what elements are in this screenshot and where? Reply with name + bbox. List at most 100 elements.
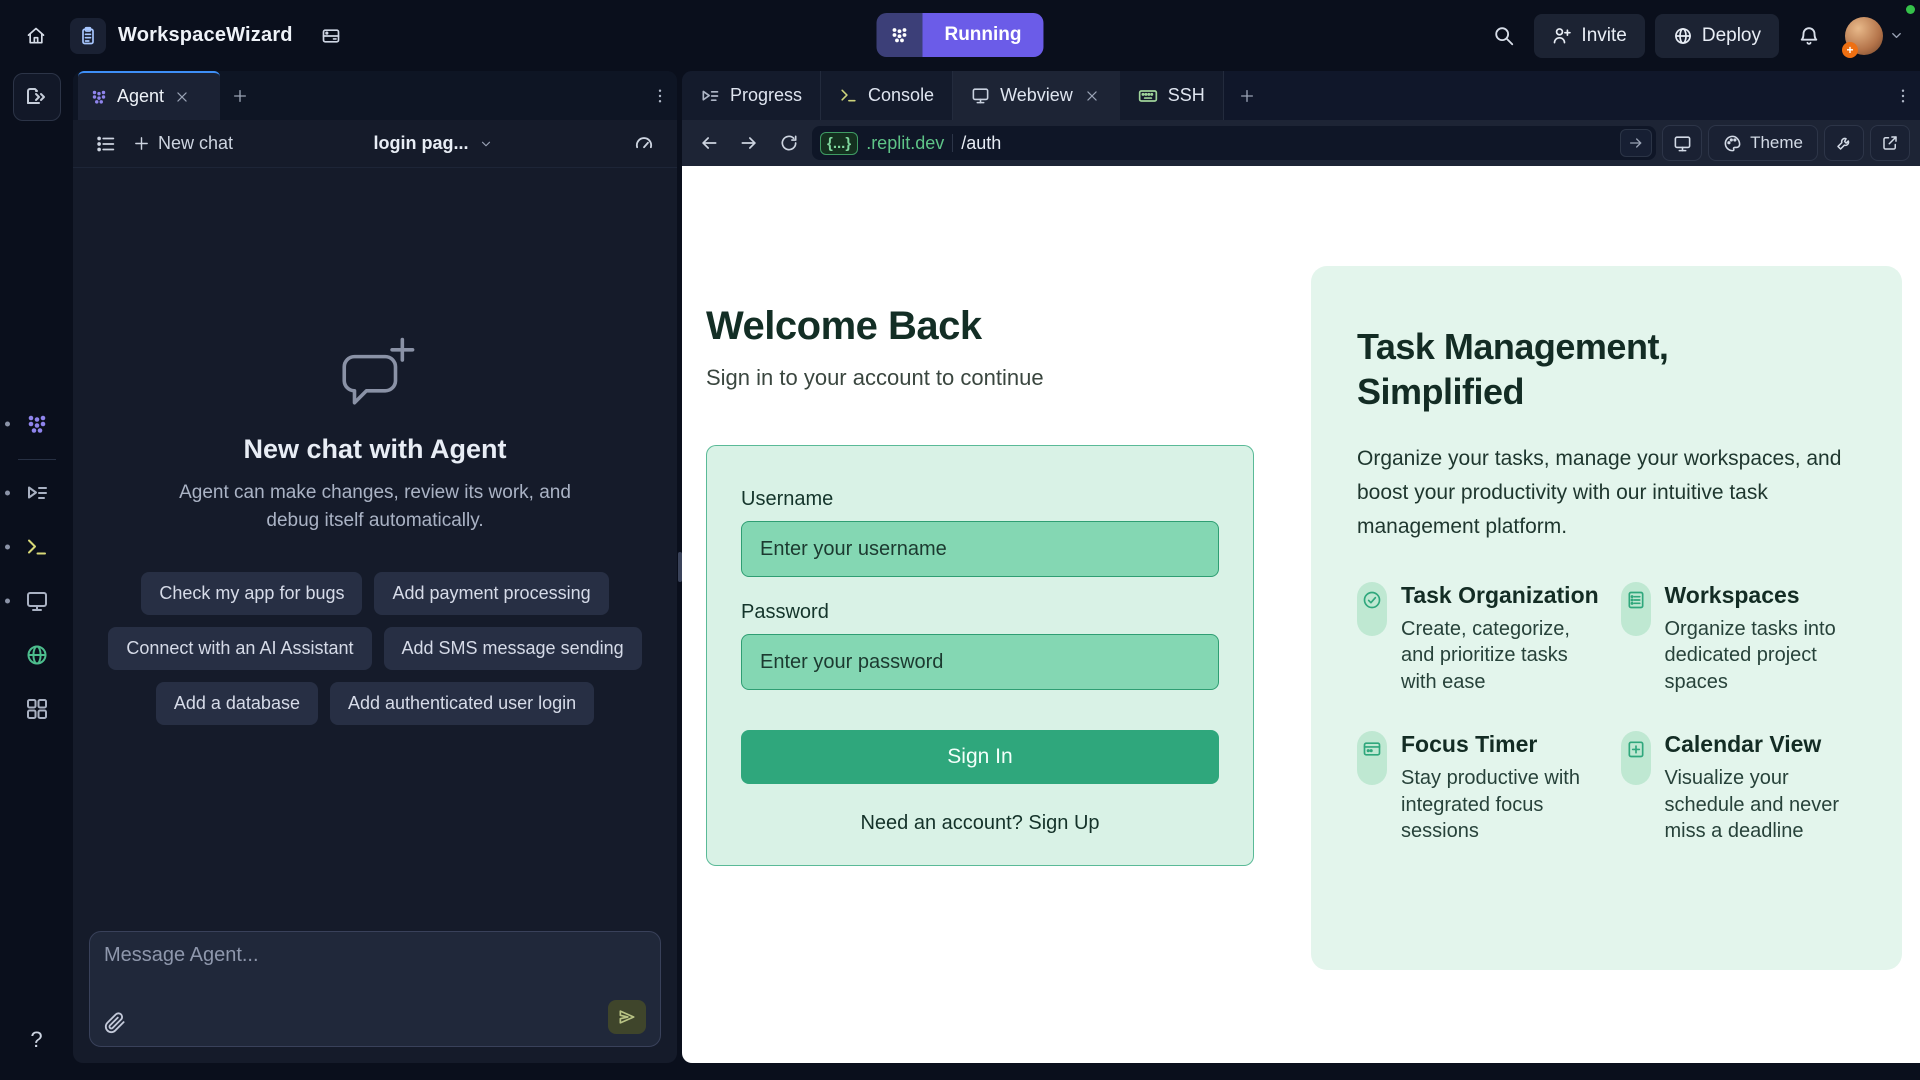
devtools-button[interactable]: [1662, 125, 1702, 161]
close-tab-button[interactable]: [173, 88, 191, 106]
url-bar[interactable]: {...} .replit.dev /auth: [812, 126, 1656, 160]
terminal-icon: [839, 86, 858, 105]
suggestion-chip[interactable]: Add SMS message sending: [384, 627, 642, 670]
tab-console[interactable]: Console: [821, 71, 953, 120]
wrench-icon: [1835, 134, 1853, 152]
agent-tabstrip: Agent: [73, 71, 677, 120]
promo-description: Organize your tasks, manage your workspa…: [1357, 442, 1849, 544]
rail-deployments-button[interactable]: [15, 634, 59, 676]
tab-agent-label: Agent: [117, 86, 164, 107]
chevron-down-icon: [479, 137, 493, 151]
agent-panel: Agent New chat login pag...: [73, 71, 677, 1063]
account-menu[interactable]: +: [1845, 17, 1904, 55]
feature-description: Create, categorize, and prioritize tasks…: [1401, 616, 1603, 695]
chevron-down-icon: [1889, 28, 1904, 43]
login-form-card: Username Password Sign In Need an accoun…: [706, 445, 1254, 866]
workspace-main: ? Agent: [0, 71, 1920, 1080]
go-button[interactable]: [1620, 129, 1652, 157]
calendar-plus-icon: [1626, 739, 1646, 759]
progress-icon: [700, 86, 720, 106]
username-input[interactable]: [741, 521, 1219, 577]
layout-toggle-button[interactable]: [311, 16, 351, 56]
tab-agent[interactable]: Agent: [78, 71, 220, 120]
refresh-button[interactable]: [772, 126, 806, 160]
tab-webview-label: Webview: [1000, 85, 1073, 106]
rail-shell-button[interactable]: [15, 526, 59, 568]
deployments-icon: [25, 643, 49, 667]
chat-history-button[interactable]: [87, 127, 125, 161]
deploy-button[interactable]: Deploy: [1655, 14, 1779, 58]
feature-grid: Task Organization Create, categorize, an…: [1357, 582, 1866, 844]
topbar: WorkspaceWizard Running Invite Deploy: [0, 0, 1920, 71]
suggestion-chip[interactable]: Add authenticated user login: [330, 682, 594, 725]
sign-up-link[interactable]: Need an account? Sign Up: [741, 812, 1219, 835]
close-tab-button[interactable]: [1083, 87, 1101, 105]
tab-webview[interactable]: Webview: [953, 71, 1120, 120]
rail-progress-button[interactable]: [15, 472, 59, 514]
url-separator: [952, 134, 953, 152]
rail-webview-button[interactable]: [15, 580, 59, 622]
message-composer: [89, 931, 661, 1047]
panel-resize-handle[interactable]: [678, 552, 682, 582]
sign-in-button[interactable]: Sign In: [741, 730, 1219, 784]
invite-button[interactable]: Invite: [1534, 14, 1644, 58]
search-button[interactable]: [1484, 16, 1524, 56]
invite-label: Invite: [1581, 25, 1626, 47]
paperclip-icon: [104, 1012, 126, 1034]
suggestion-chip[interactable]: Add payment processing: [374, 572, 608, 615]
theme-label: Theme: [1750, 133, 1803, 153]
suggestion-chip[interactable]: Check my app for bugs: [141, 572, 362, 615]
usage-gauge-button[interactable]: [625, 127, 663, 161]
folder-expand-icon: [25, 85, 49, 109]
gauge-icon: [633, 133, 655, 155]
password-input[interactable]: [741, 634, 1219, 690]
feature-description: Stay productive with integrated focus se…: [1401, 765, 1603, 844]
arrow-right-icon: [739, 133, 759, 153]
layout-panels-icon: [321, 26, 341, 46]
tab-ssh[interactable]: SSH: [1120, 71, 1224, 120]
chat-selector-dropdown[interactable]: login pag...: [374, 133, 493, 154]
send-icon: [617, 1007, 637, 1027]
bell-icon: [1798, 25, 1820, 47]
attach-file-button[interactable]: [104, 1012, 126, 1034]
open-external-button[interactable]: [1870, 125, 1910, 161]
password-field-group: Password: [741, 601, 1219, 690]
chat-list-icon: [95, 133, 117, 155]
run-status-control[interactable]: Running: [876, 13, 1043, 57]
panel-options-button[interactable]: [1894, 71, 1912, 120]
monitor-icon: [25, 589, 49, 613]
arrow-left-icon: [699, 133, 719, 153]
feature-calendar-view: Calendar View Visualize your schedule an…: [1621, 731, 1867, 844]
monitor-icon: [1673, 134, 1692, 153]
forward-button[interactable]: [732, 126, 766, 160]
send-message-button[interactable]: [608, 1000, 646, 1034]
notifications-button[interactable]: [1789, 16, 1829, 56]
tab-console-label: Console: [868, 85, 934, 106]
new-tab-button[interactable]: [1224, 71, 1270, 120]
kebab-menu-icon: [651, 87, 669, 105]
replit-agent-icon: [90, 88, 108, 106]
close-icon: [175, 90, 189, 104]
tab-progress-label: Progress: [730, 85, 802, 106]
back-button[interactable]: [692, 126, 726, 160]
url-domain: .replit.dev: [866, 133, 944, 154]
new-tab-button[interactable]: [220, 71, 260, 120]
new-chat-button[interactable]: New chat: [125, 127, 241, 160]
rail-all-tools-button[interactable]: [15, 688, 59, 730]
screen-indicator-dot: [1906, 5, 1915, 14]
feature-badge: [1357, 582, 1387, 636]
theme-button[interactable]: Theme: [1708, 125, 1818, 161]
feature-focus-timer: Focus Timer Stay productive with integra…: [1357, 731, 1603, 844]
file-tree-toggle-button[interactable]: [13, 73, 61, 121]
help-button[interactable]: ?: [30, 1027, 42, 1053]
home-button[interactable]: [16, 16, 56, 56]
panel-options-button[interactable]: [651, 71, 669, 120]
rail-agent-button[interactable]: [15, 403, 59, 445]
suggestion-chip[interactable]: Add a database: [156, 682, 318, 725]
tab-progress[interactable]: Progress: [682, 71, 821, 120]
tab-ssh-label: SSH: [1168, 85, 1205, 106]
suggestion-chip[interactable]: Connect with an AI Assistant: [108, 627, 371, 670]
message-input[interactable]: [104, 944, 646, 967]
settings-wrench-button[interactable]: [1824, 125, 1864, 161]
suggestion-chips: Check my app for bugs Add payment proces…: [89, 572, 661, 725]
